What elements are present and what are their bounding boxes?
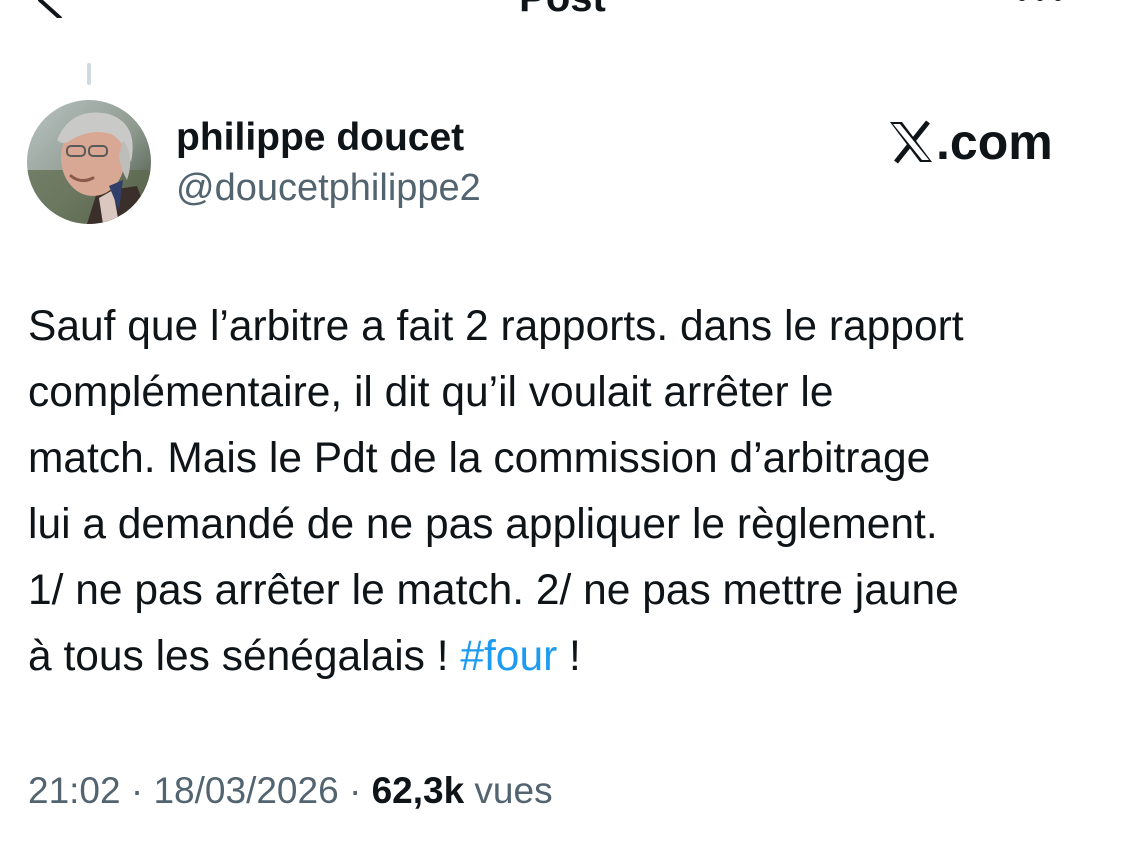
tweet-body: Sauf que l’arbitre a fait 2 rapports. da… <box>28 294 1108 690</box>
avatar-photo <box>27 100 151 224</box>
more-options-icon[interactable] <box>1010 0 1070 8</box>
views-count[interactable]: 62,3k <box>372 770 465 811</box>
meta-separator: · <box>338 770 372 811</box>
tweet-meta: 21:02 · 18/03/2026 · 62,3k vues <box>28 766 553 816</box>
brand-label: .com <box>936 114 1053 170</box>
top-bar: Post <box>0 0 1125 40</box>
views-label: vues <box>464 770 553 811</box>
hashtag-link[interactable]: #four <box>460 633 557 680</box>
x-logo-icon <box>890 120 932 164</box>
page-title: Post <box>0 0 1125 18</box>
author-handle[interactable]: @doucetphilippe2 <box>176 166 481 210</box>
thread-connector-line <box>87 63 91 85</box>
author-display-name[interactable]: philippe doucet <box>176 116 464 160</box>
tweet-text-end: ! <box>557 633 581 680</box>
tweet-time[interactable]: 21:02 <box>28 770 121 811</box>
tweet-date[interactable]: 18/03/2026 <box>153 770 338 811</box>
avatar[interactable] <box>27 100 151 224</box>
brand-watermark: .com <box>888 114 1053 170</box>
tweet-text: Sauf que l’arbitre a fait 2 rapports. da… <box>28 303 964 680</box>
meta-separator: · <box>120 770 154 811</box>
